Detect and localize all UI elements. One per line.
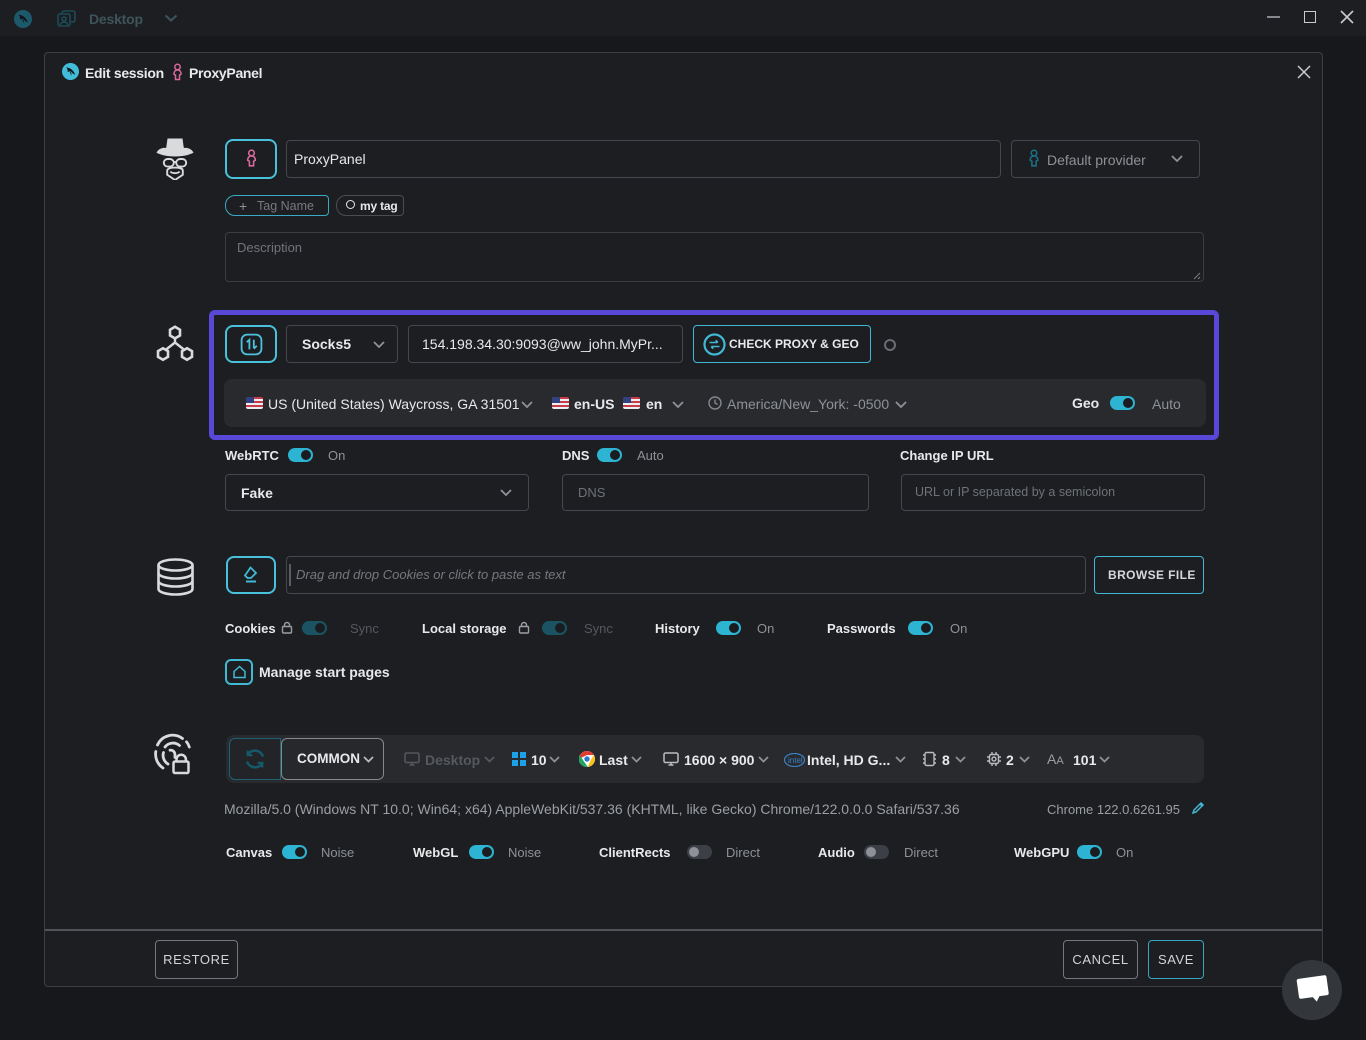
svg-text:intel: intel [788,756,803,765]
